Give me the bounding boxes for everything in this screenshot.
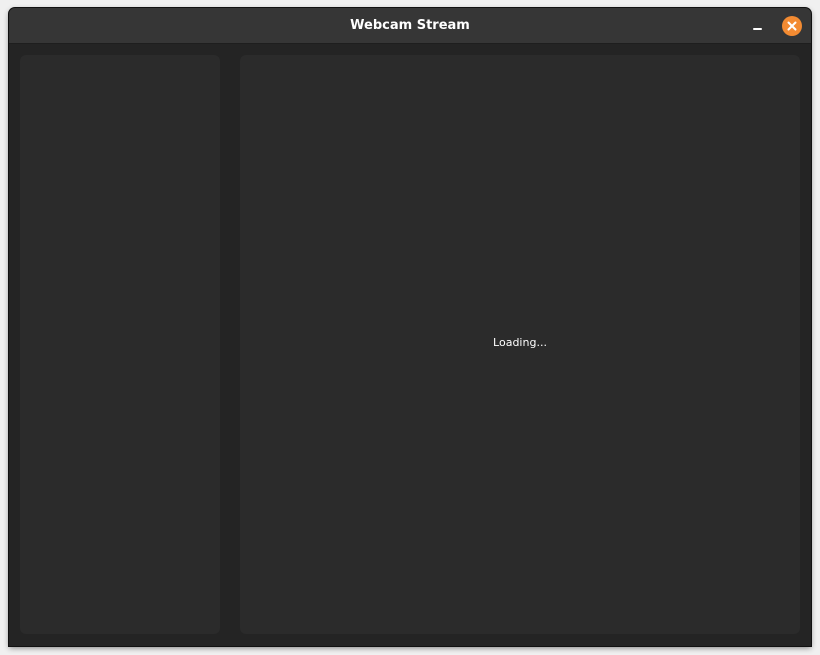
minimize-button[interactable] [747, 17, 767, 37]
close-button[interactable] [782, 16, 802, 36]
title-bar[interactable]: Webcam Stream [9, 8, 811, 44]
close-icon [787, 21, 797, 31]
app-window: Webcam Stream Loading... [9, 8, 811, 646]
minimize-icon [753, 28, 762, 30]
window-title: Webcam Stream [350, 18, 470, 33]
stream-view: Loading... [240, 55, 800, 634]
sidebar-panel [20, 55, 220, 634]
loading-status: Loading... [493, 336, 547, 349]
